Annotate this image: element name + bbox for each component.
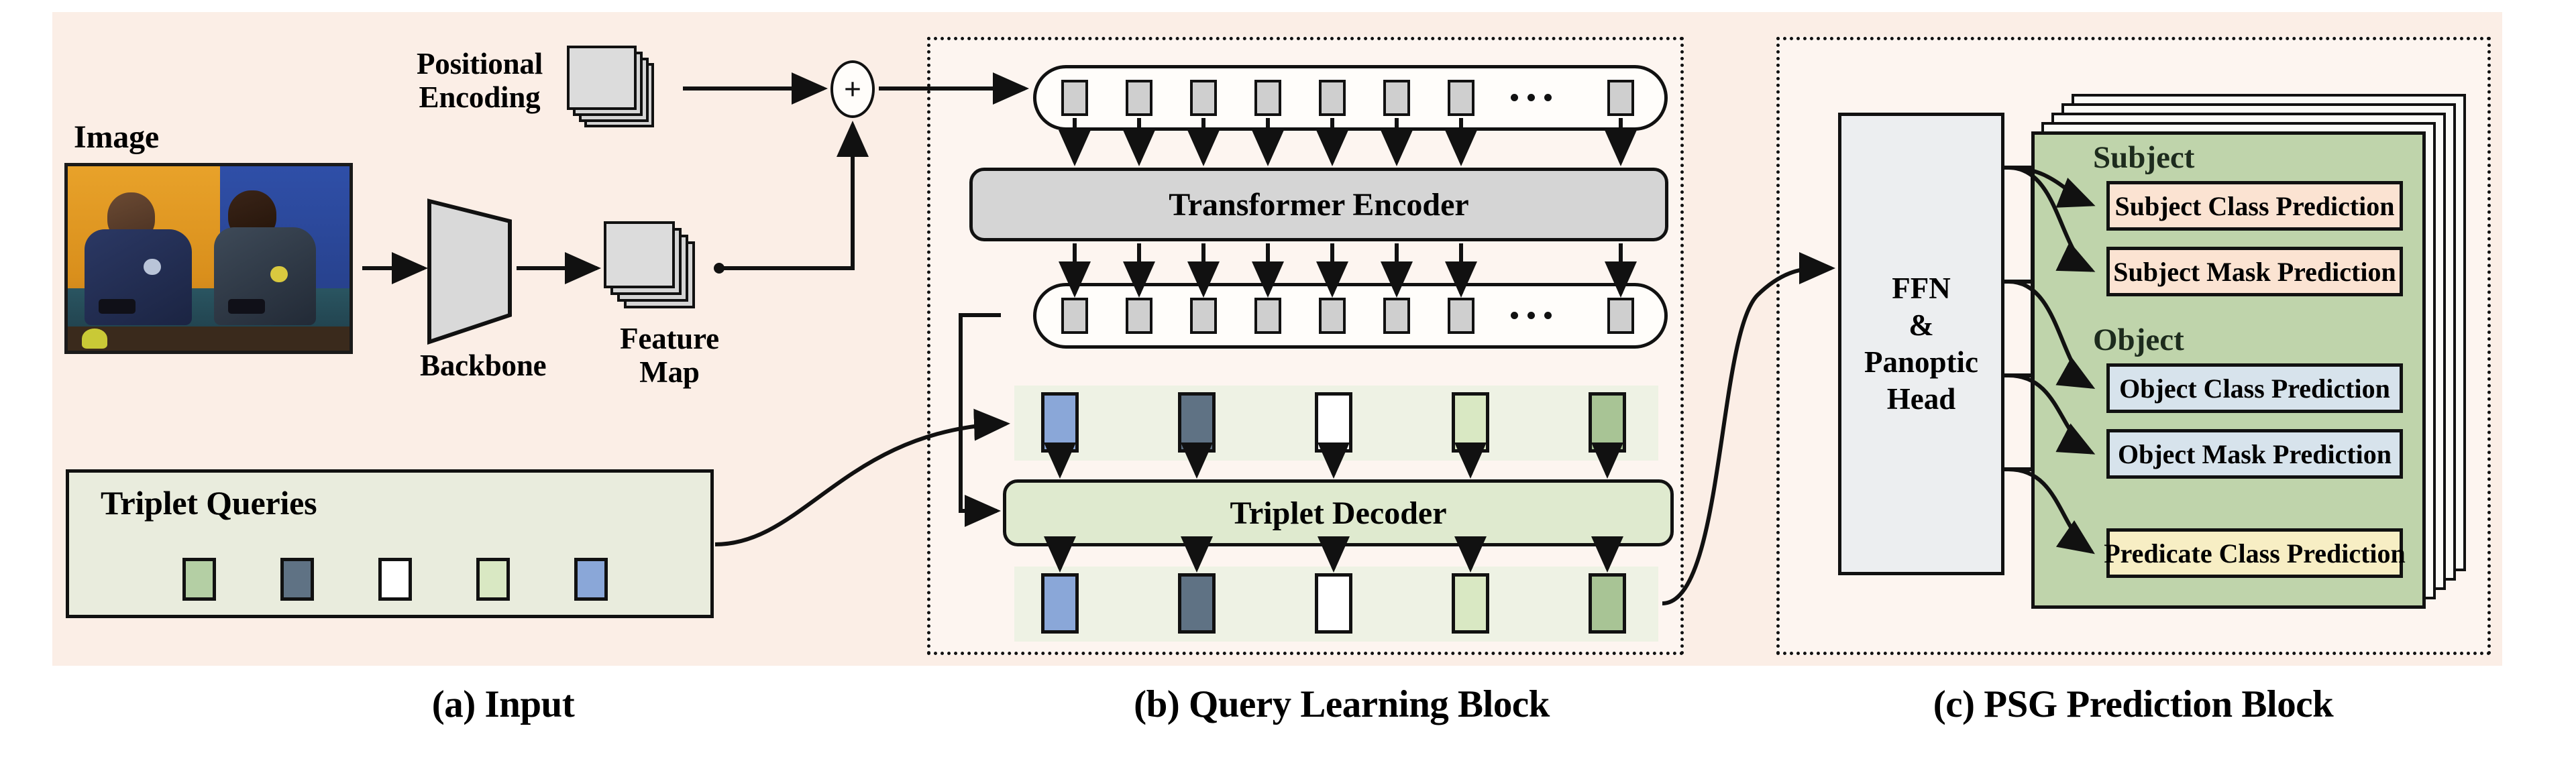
decoder-input-query (1178, 392, 1216, 453)
encoder-input-token (1190, 80, 1217, 116)
positional-encoding-label: Positional Encoding (396, 47, 564, 115)
encoder-output-token (1607, 298, 1634, 334)
encoder-input-token (1061, 80, 1088, 116)
encoder-output-token (1448, 298, 1474, 334)
decoder-input-query (1589, 392, 1626, 453)
figure-canvas: Image Positional Encoding Backbone F (0, 0, 2576, 769)
triplet-query-swatch-1 (182, 558, 216, 601)
object-group-label: Object (2093, 322, 2184, 358)
encoder-output-token (1319, 298, 1346, 334)
encoder-output-token (1126, 298, 1152, 334)
caption-panel-a: (a) Input (268, 683, 738, 726)
feature-map-label: Feature Map (596, 322, 743, 390)
object-class-prediction-box: Object Class Prediction (2106, 363, 2403, 413)
encoder-output-ellipsis (1511, 312, 1552, 319)
decoder-input-query (1315, 392, 1352, 453)
encoder-output-token (1190, 298, 1217, 334)
triplet-query-swatch-2 (280, 558, 314, 601)
encoder-input-token (1319, 80, 1346, 116)
object-mask-prediction-box: Object Mask Prediction (2106, 429, 2403, 479)
encoder-input-token (1254, 80, 1281, 116)
subject-mask-prediction-box: Subject Mask Prediction (2106, 247, 2403, 296)
triplet-query-swatch-3 (378, 558, 412, 601)
encoder-input-token (1448, 80, 1474, 116)
feature-map-card-stack (604, 221, 718, 315)
triplet-query-swatch-4 (476, 558, 510, 601)
encoder-input-ellipsis (1511, 94, 1552, 101)
positional-encoding-card-stack (567, 46, 674, 133)
decoder-output-query (1452, 573, 1489, 634)
caption-panel-b: (b) Query Learning Block (1006, 683, 1677, 726)
decoder-output-query (1041, 573, 1079, 634)
encoder-input-token (1383, 80, 1410, 116)
add-operator-node: + (830, 60, 875, 118)
backbone-label: Backbone (420, 349, 527, 382)
encoder-output-token (1061, 298, 1088, 334)
triplet-decoder-block: Triplet Decoder (1003, 479, 1674, 546)
decoder-output-query (1315, 573, 1352, 634)
decoder-output-query (1589, 573, 1626, 634)
subject-group-label: Subject (2093, 139, 2194, 176)
encoder-output-token (1383, 298, 1410, 334)
encoder-input-token (1607, 80, 1634, 116)
triplet-queries-label: Triplet Queries (101, 484, 317, 522)
input-image-thumbnail (64, 163, 353, 354)
caption-panel-c: (c) PSG Prediction Block (1798, 683, 2469, 726)
decoder-input-query (1041, 392, 1079, 453)
decoder-input-query (1452, 392, 1489, 453)
subject-class-prediction-box: Subject Class Prediction (2106, 181, 2403, 231)
transformer-encoder-block: Transformer Encoder (969, 168, 1668, 241)
predicate-class-prediction-box: Predicate Class Prediction (2106, 528, 2403, 578)
decoder-output-query (1178, 573, 1216, 634)
encoder-input-token (1126, 80, 1152, 116)
ffn-panoptic-head-block: FFN & Panoptic Head (1838, 113, 2004, 575)
encoder-output-token (1254, 298, 1281, 334)
image-label: Image (74, 119, 159, 156)
triplet-query-swatch-5 (574, 558, 608, 601)
